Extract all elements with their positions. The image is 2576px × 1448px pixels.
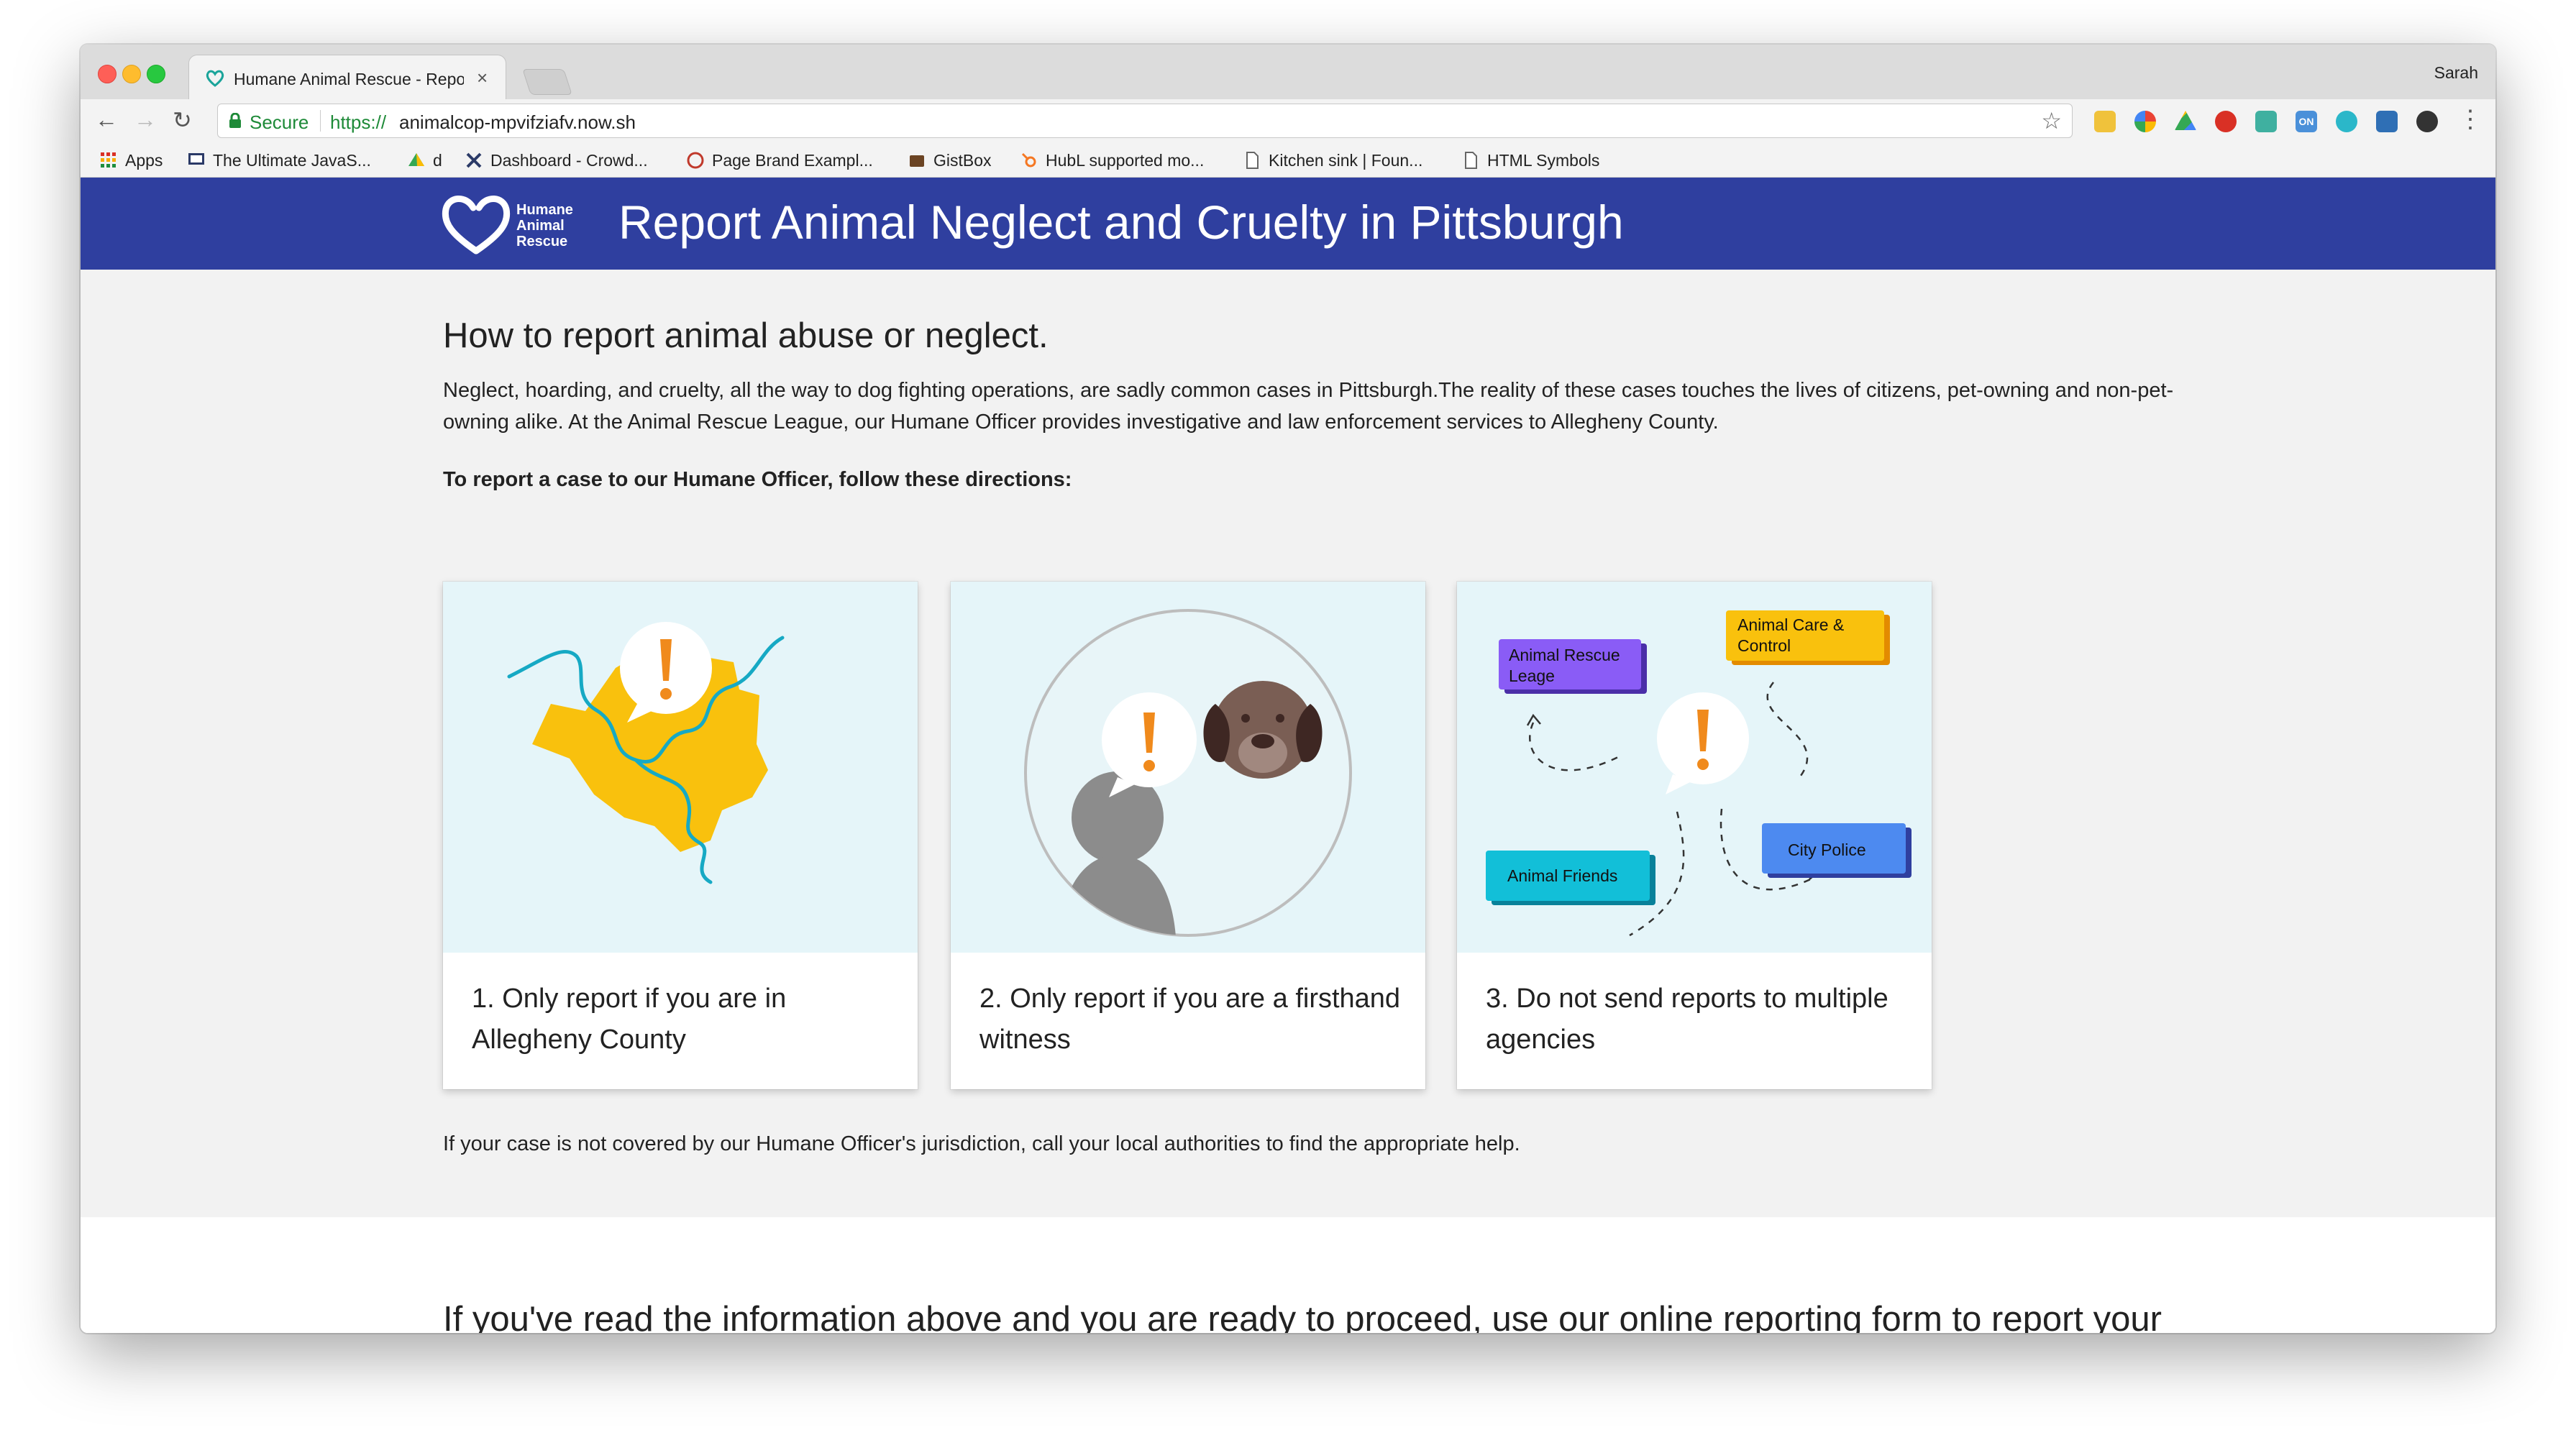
- bookmark-html-symbols[interactable]: HTML Symbols: [1487, 151, 1599, 170]
- map-illustration: [443, 582, 918, 953]
- step-card-text: 2. Only report if you are a firsthand wi…: [979, 984, 1401, 1055]
- extension-colorpicker-icon[interactable]: [2134, 111, 2156, 132]
- apps-grid-icon: [101, 152, 116, 168]
- agency-friends-label: Animal Friends: [1507, 866, 1618, 885]
- jurisdiction-note: If your case is not covered by our Human…: [443, 1132, 1520, 1155]
- page-brand-icon: [687, 152, 704, 169]
- back-arrow-icon[interactable]: ←: [95, 106, 118, 133]
- bookmark-star-icon[interactable]: ☆: [2041, 107, 2062, 134]
- bookmark-apps[interactable]: Apps: [125, 151, 163, 170]
- profile-name[interactable]: Sarah: [2434, 63, 2478, 83]
- logo-line: Rescue: [516, 234, 568, 249]
- extension-c-icon[interactable]: [2255, 111, 2277, 132]
- extension-circle-icon[interactable]: [2336, 111, 2357, 132]
- hubspot-icon: [1021, 152, 1036, 168]
- step-card-text: 3. Do not send reports to multiple agenc…: [1486, 984, 1888, 1055]
- step-card-3: Animal Rescue Leage Animal Care & Contro…: [1457, 582, 1932, 1089]
- maximize-window-button[interactable]: [147, 65, 165, 83]
- bookmark-hubl[interactable]: HubL supported mo...: [1046, 151, 1204, 170]
- step-card-2: 2. Only report if you are a firsthand wi…: [951, 582, 1425, 1089]
- intro-paragraph: Neglect, hoarding, and cruelty, all the …: [443, 379, 2174, 434]
- browser-toolbar: ← → ↻ Secure https:// animalcop-mpvifzia…: [81, 99, 2495, 142]
- lock-icon: [229, 113, 241, 128]
- browser-window: Humane Animal Rescue - Report Animal Neg…: [81, 45, 2495, 1333]
- witness-dog-icon: [1024, 609, 1352, 937]
- gistbox-icon: [910, 155, 924, 167]
- site-header: Humane Animal Rescue Report Animal Negle…: [81, 178, 2495, 270]
- agency-police-label: City Police: [1788, 840, 1866, 859]
- chrome-menu-icon[interactable]: ⋮: [2458, 105, 2483, 134]
- directions-label: To report a case to our Humane Officer, …: [443, 468, 1072, 491]
- heart-logo-icon[interactable]: [440, 192, 512, 257]
- step-card-text: 1. Only report if you are in Allegheny C…: [472, 984, 787, 1055]
- url-divider: [320, 110, 321, 132]
- bookmarks-bar: Apps The Ultimate JavaS... d Dashboard -…: [81, 142, 2495, 178]
- bookmark-ultimate-javascript[interactable]: The Ultimate JavaS...: [213, 151, 371, 170]
- bookmark-dashboard-crowd[interactable]: Dashboard - Crowd...: [490, 151, 648, 170]
- extension-camera-icon[interactable]: [2416, 111, 2438, 132]
- step-card-1: 1. Only report if you are in Allegheny C…: [443, 582, 918, 1089]
- allegheny-map-icon: [507, 622, 785, 884]
- new-tab-button[interactable]: [522, 69, 572, 95]
- bookmark-kitchen-sink[interactable]: Kitchen sink | Foun...: [1269, 151, 1422, 170]
- url-scheme: https://: [330, 111, 387, 133]
- witness-illustration: [951, 582, 1425, 953]
- cta-heading: If you've read the information above and…: [443, 1300, 2162, 1333]
- crowdtangle-icon: [466, 152, 482, 168]
- address-bar[interactable]: Secure https:// animalcop-mpvifziafv.now…: [217, 104, 2073, 138]
- section-heading: How to report animal abuse or neglect.: [443, 316, 1049, 355]
- agency-arl-label: Animal Rescue Leage: [1509, 646, 1620, 685]
- security-label: Secure: [250, 111, 309, 133]
- google-drive-icon[interactable]: [2175, 111, 2196, 130]
- url-host: animalcop-mpvifziafv.now.sh: [399, 111, 636, 133]
- tab-active[interactable]: Humane Animal Rescue - Report Animal Neg…: [188, 55, 506, 100]
- adblock-icon[interactable]: [2215, 111, 2237, 132]
- logo-line: Animal: [516, 218, 565, 234]
- agencies-illustration: Animal Rescue Leage Animal Care & Contro…: [1457, 582, 1932, 953]
- tab-close-icon[interactable]: ×: [477, 67, 488, 89]
- extension-s-icon[interactable]: [2376, 111, 2398, 132]
- bookmark-d[interactable]: d: [433, 151, 442, 170]
- reload-icon[interactable]: ↻: [173, 106, 192, 134]
- tab-strip: Humane Animal Rescue - Report Animal Neg…: [81, 45, 2495, 100]
- close-window-button[interactable]: [98, 65, 117, 83]
- extension-on-icon[interactable]: ON: [2296, 111, 2317, 132]
- logo-line: Humane: [516, 202, 573, 218]
- logo-wordmark: Humane Animal Rescue: [516, 202, 595, 249]
- bookmark-page-brand[interactable]: Page Brand Exampl...: [712, 151, 873, 170]
- site-title: Report Animal Neglect and Cruelty in Pit…: [618, 196, 1624, 249]
- tab-title: Humane Animal Rescue - Report Animal Neg…: [234, 70, 464, 88]
- heart-favicon-icon: [206, 70, 224, 87]
- page-viewport: Humane Animal Rescue Report Animal Negle…: [81, 178, 2495, 1333]
- minimize-window-button[interactable]: [122, 65, 141, 83]
- page-icon: [1246, 152, 1259, 169]
- bookmark-gistbox[interactable]: GistBox: [933, 151, 992, 170]
- forward-arrow-icon[interactable]: →: [134, 106, 157, 133]
- extension-notes-icon[interactable]: [2094, 111, 2116, 132]
- monitor-icon: [188, 153, 204, 165]
- page-icon: [1465, 152, 1477, 169]
- agency-acc-label: Animal Care & Control: [1737, 615, 1845, 655]
- google-drive-icon: [408, 153, 424, 166]
